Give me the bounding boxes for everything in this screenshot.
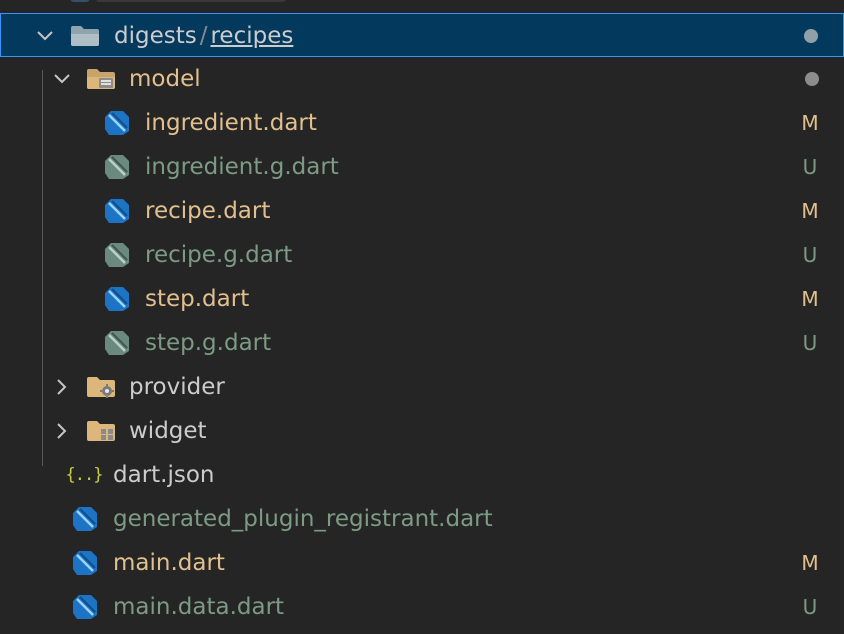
file-row-main-data[interactable]: main.data.dart U [0, 585, 844, 629]
status-dot [804, 29, 818, 43]
path-separator: / [199, 23, 208, 49]
dart-icon [101, 145, 133, 189]
folder-label: widget [129, 418, 207, 444]
dart-icon [69, 497, 101, 541]
file-label: generated_plugin_registrant.dart [113, 506, 493, 532]
chevron-right-icon[interactable] [48, 409, 76, 453]
file-row-generated-plugin-registrant[interactable]: generated_plugin_registrant.dart [0, 497, 844, 541]
folder-row-recipes[interactable]: digests / recipes [0, 13, 844, 57]
explorer-tree: digests / recipes model ingredient.dart M [0, 13, 844, 629]
file-label: ingredient.dart [145, 110, 317, 136]
file-label: dart.json [113, 462, 215, 488]
git-status-badge: M [801, 199, 819, 223]
file-label: recipe.dart [145, 198, 271, 224]
file-row-recipe-g[interactable]: recipe.g.dart U [0, 233, 844, 277]
previous-row-partial[interactable] [0, 0, 844, 12]
folder-row-provider[interactable]: provider [0, 365, 844, 409]
dart-icon [101, 233, 133, 277]
git-status-badge: M [801, 111, 819, 135]
folder-open-icon [69, 14, 101, 58]
file-row-recipe[interactable]: recipe.dart M [0, 189, 844, 233]
folder-label: model [129, 66, 201, 92]
status-dot [805, 72, 819, 86]
dart-icon [69, 541, 101, 585]
file-row-main[interactable]: main.dart M [0, 541, 844, 585]
git-status-badge: U [802, 595, 818, 619]
git-status-badge: U [802, 331, 818, 355]
chevron-right-icon[interactable] [48, 365, 76, 409]
git-status-badge: M [801, 287, 819, 311]
file-row-ingredient-g[interactable]: ingredient.g.dart U [0, 145, 844, 189]
file-label: step.dart [145, 286, 250, 312]
file-label: main.dart [113, 550, 225, 576]
file-label: ingredient.g.dart [145, 154, 339, 180]
folder-model-icon [85, 57, 117, 101]
folder-widget-icon [85, 409, 117, 453]
folder-row-widget[interactable]: widget [0, 409, 844, 453]
dart-icon [70, 0, 90, 2]
dart-icon [101, 277, 133, 321]
folder-provider-icon [85, 365, 117, 409]
chevron-down-icon[interactable] [48, 57, 76, 101]
file-label: step.g.dart [145, 330, 272, 356]
git-status-badge: M [801, 551, 819, 575]
root-path-child[interactable]: recipes [210, 23, 293, 49]
previous-row-label [96, 0, 286, 2]
dart-icon [101, 101, 133, 145]
folder-row-model[interactable]: model [0, 57, 844, 101]
git-status-badge: U [802, 155, 818, 179]
git-status-badge: U [802, 243, 818, 267]
dart-icon [69, 585, 101, 629]
root-path: digests / recipes [114, 14, 293, 58]
file-label: main.data.dart [113, 594, 285, 620]
json-icon: {..} [65, 465, 104, 485]
dart-icon [101, 189, 133, 233]
folder-label: provider [129, 374, 225, 400]
file-row-ingredient[interactable]: ingredient.dart M [0, 101, 844, 145]
dart-icon [101, 321, 133, 365]
file-row-step[interactable]: step.dart M [0, 277, 844, 321]
root-path-parent: digests [114, 23, 197, 49]
file-row-step-g[interactable]: step.g.dart U [0, 321, 844, 365]
file-label: recipe.g.dart [145, 242, 293, 268]
file-row-dart-json[interactable]: {..} dart.json [0, 453, 844, 497]
chevron-down-icon[interactable] [31, 14, 59, 58]
